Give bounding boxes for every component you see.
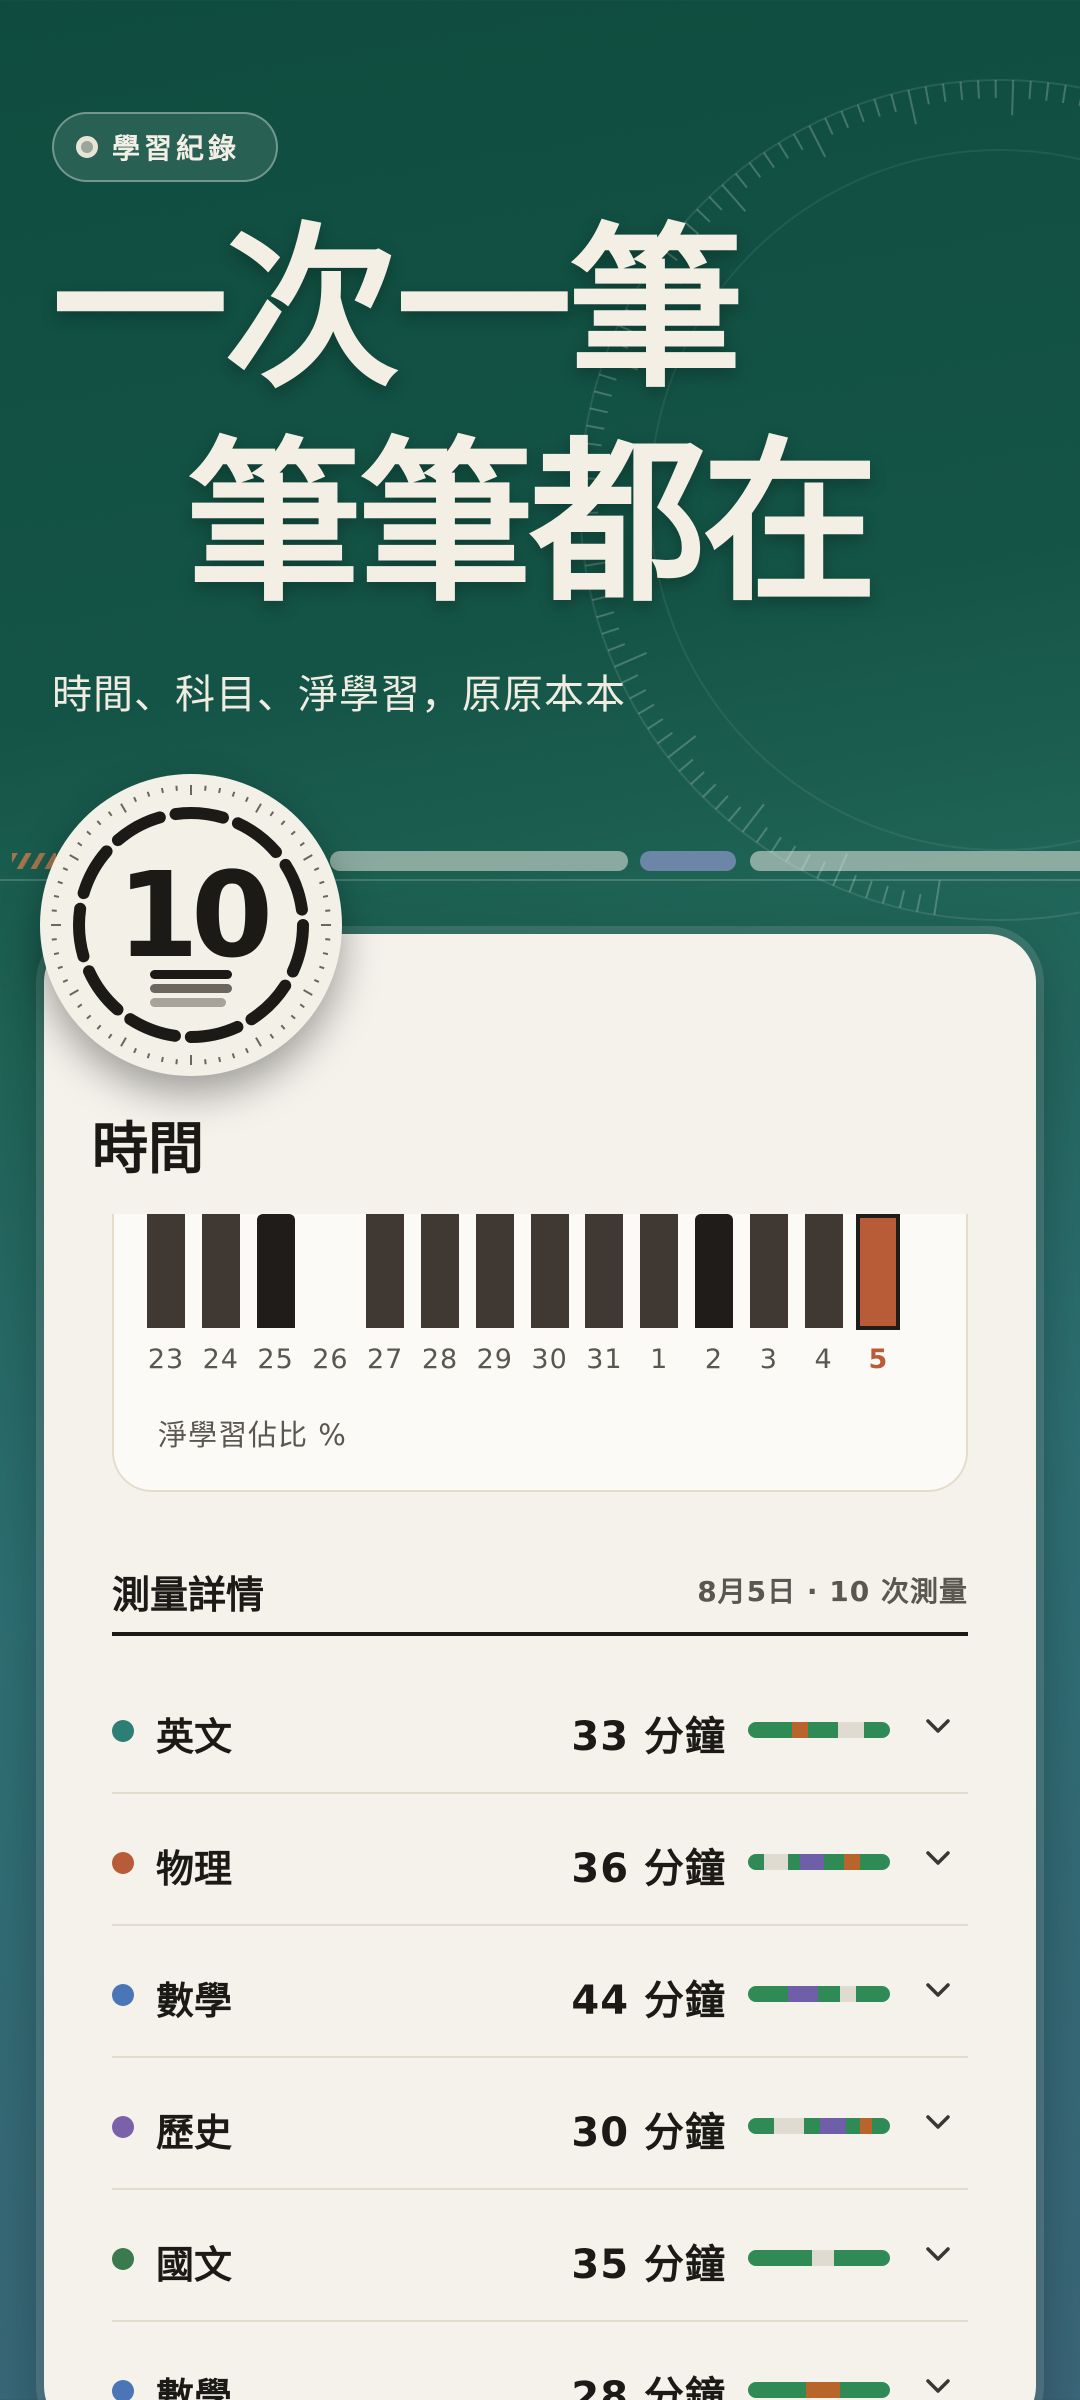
dial-underline xyxy=(150,984,232,993)
session-count: 10 xyxy=(116,846,273,984)
subject-color-dot xyxy=(112,1720,134,1742)
chart-tick-label: 1 xyxy=(650,1344,669,1375)
chart-tick-label: 28 xyxy=(421,1344,459,1375)
track-segment xyxy=(840,1986,856,2002)
chart-bar[interactable] xyxy=(695,1214,733,1328)
chart-bar[interactable] xyxy=(147,1214,185,1328)
subject-minutes: 35 分鐘 xyxy=(571,2242,726,2288)
track-segment xyxy=(764,1854,788,1870)
track-segment xyxy=(774,2118,804,2134)
chart-tick-label: 24 xyxy=(202,1344,239,1375)
track-segment xyxy=(788,1986,818,2002)
details-meta: 8月5日 · 10 次測量 xyxy=(697,1575,968,1608)
subject-name: 數學 xyxy=(156,1979,233,2023)
chevron-down-icon[interactable] xyxy=(918,2102,958,2142)
session-timeline xyxy=(748,2382,890,2398)
subject-color-dot xyxy=(112,2248,134,2270)
session-timeline xyxy=(748,1722,890,1738)
chart-bar[interactable] xyxy=(256,1214,295,1328)
chart-tick-label: 23 xyxy=(147,1344,185,1375)
track-segment xyxy=(820,2118,846,2134)
progress-segment-active xyxy=(640,851,736,871)
chart-tick-label: 4 xyxy=(814,1344,833,1375)
chart-bar[interactable] xyxy=(421,1214,459,1328)
chart-bar[interactable] xyxy=(856,1214,901,1330)
chart-tick-label: 26 xyxy=(312,1344,349,1375)
subject-color-dot xyxy=(112,2116,134,2138)
section-title: 時間 xyxy=(92,1117,204,1182)
subject-row[interactable]: 英文 33 分鐘 xyxy=(112,1662,968,1794)
chart-tick-label: 25 xyxy=(257,1344,294,1375)
session-timeline xyxy=(748,1986,890,2002)
chart-tick-label: 2 xyxy=(704,1344,724,1375)
progress-segment xyxy=(330,851,628,871)
chart-tick-label: 29 xyxy=(476,1344,513,1375)
record-badge: 學習紀錄 xyxy=(52,112,278,182)
subject-minutes: 44 分鐘 xyxy=(571,1978,726,2024)
record-dot-icon xyxy=(76,136,98,158)
chart-bar[interactable] xyxy=(749,1214,788,1328)
details-title: 測量詳情 xyxy=(112,1573,265,1617)
subject-color-dot xyxy=(112,1984,134,2006)
dial-underline xyxy=(150,998,226,1007)
track-segment xyxy=(838,1722,864,1738)
headline-line-2: 筆筆都在 xyxy=(186,421,878,626)
session-timeline xyxy=(748,2250,890,2266)
track-segment xyxy=(800,1854,824,1870)
subject-minutes: 36 分鐘 xyxy=(571,1846,726,1892)
chart-bar[interactable] xyxy=(530,1214,569,1328)
chevron-down-icon[interactable] xyxy=(918,2366,958,2400)
progress-segment xyxy=(750,851,1080,871)
subject-name: 數學 xyxy=(156,2375,233,2400)
session-timeline xyxy=(748,2118,890,2134)
chart-bar[interactable] xyxy=(640,1214,679,1328)
track-segment xyxy=(812,2250,834,2266)
track-segment xyxy=(806,2382,840,2398)
subject-name: 歷史 xyxy=(156,2111,233,2155)
subject-color-dot xyxy=(112,1852,134,1874)
chart-tick-label: 30 xyxy=(531,1344,568,1375)
chart-bar[interactable] xyxy=(201,1214,240,1328)
chevron-down-icon[interactable] xyxy=(918,1838,958,1878)
subject-color-dot xyxy=(112,2380,134,2400)
subject-row[interactable]: 國文 35 分鐘 xyxy=(112,2190,968,2322)
chevron-down-icon[interactable] xyxy=(918,1706,958,1746)
subject-name: 物理 xyxy=(156,1847,233,1891)
subject-row[interactable]: 數學 44 分鐘 xyxy=(112,1926,968,2058)
dial-underline xyxy=(150,970,232,979)
chart-note: 淨學習佔比 % xyxy=(158,1418,347,1452)
track-segment xyxy=(844,1854,860,1870)
chevron-down-icon[interactable] xyxy=(918,1970,958,2010)
subheadline: 時間、科目、淨學習，原原本本 xyxy=(52,672,626,718)
chart-tick-label: 31 xyxy=(586,1344,623,1375)
headline-line-1: 一次一筆 xyxy=(52,207,744,412)
chart-tick-label: 27 xyxy=(367,1344,404,1375)
subject-row[interactable]: 歷史 30 分鐘 xyxy=(112,2058,968,2190)
chart-bar[interactable] xyxy=(475,1214,514,1328)
session-timeline xyxy=(748,1854,890,1870)
chevron-down-icon[interactable] xyxy=(918,2234,958,2274)
subject-row[interactable]: 數學 28 分鐘 xyxy=(112,2322,968,2400)
track-segment xyxy=(792,1722,808,1738)
chart-bar[interactable] xyxy=(585,1214,624,1328)
subject-name: 英文 xyxy=(156,1715,233,1759)
chart-bar[interactable] xyxy=(804,1214,843,1328)
chart-tick-label: 5 xyxy=(868,1344,889,1375)
subject-name: 國文 xyxy=(156,2243,233,2287)
daily-chart: 23 24 25 26 27 28 29 30 31 1 2 3 4 5 淨學習佔比 % xyxy=(112,1214,968,1492)
track-segment xyxy=(860,2118,872,2134)
chart-bar[interactable] xyxy=(366,1214,405,1328)
subject-minutes: 33 分鐘 xyxy=(571,1714,726,1760)
badge-label: 學習紀錄 xyxy=(112,132,241,165)
subject-row[interactable]: 物理 36 分鐘 xyxy=(112,1794,968,1926)
subject-minutes: 28 分鐘 xyxy=(571,2374,726,2400)
details-header: 測量詳情 8月5日 · 10 次測量 xyxy=(112,1560,968,1636)
chart-tick-label: 3 xyxy=(759,1344,778,1375)
session-count-dial: 10 xyxy=(40,774,342,1076)
subject-minutes: 30 分鐘 xyxy=(571,2110,726,2156)
